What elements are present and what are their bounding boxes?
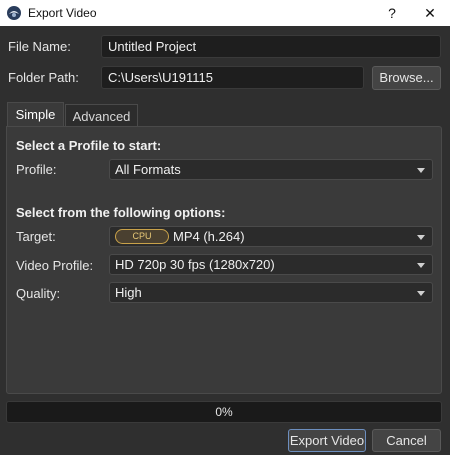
- quality-value: High: [115, 285, 142, 300]
- chevron-down-icon: [417, 168, 425, 173]
- app-logo-icon: [7, 6, 21, 20]
- chevron-down-icon: [417, 235, 425, 240]
- help-button[interactable]: ?: [380, 3, 404, 23]
- chevron-down-icon: [417, 291, 425, 296]
- tab-simple[interactable]: Simple: [7, 102, 64, 127]
- file-name-input[interactable]: Untitled Project: [101, 35, 441, 58]
- export-progress-bar: 0%: [6, 401, 442, 423]
- folder-path-label: Folder Path:: [8, 70, 79, 85]
- profile-value: All Formats: [115, 162, 181, 177]
- quality-dropdown[interactable]: High: [109, 282, 433, 303]
- quality-label: Quality:: [16, 286, 61, 301]
- profile-section-title: Select a Profile to start:: [16, 138, 162, 153]
- video-profile-dropdown[interactable]: HD 720p 30 fps (1280x720): [109, 254, 433, 275]
- target-dropdown[interactable]: CPU MP4 (h.264): [109, 226, 433, 247]
- export-video-button[interactable]: Export Video: [288, 429, 366, 452]
- video-profile-value: HD 720p 30 fps (1280x720): [115, 257, 275, 272]
- cpu-badge: CPU: [115, 229, 169, 244]
- close-button[interactable]: ✕: [418, 3, 442, 23]
- profile-dropdown[interactable]: All Formats: [109, 159, 433, 180]
- target-value: MP4 (h.264): [173, 229, 245, 244]
- simple-tab-panel: Select a Profile to start: Profile: All …: [6, 126, 442, 394]
- window-title: Export Video: [28, 6, 97, 20]
- cancel-button[interactable]: Cancel: [372, 429, 441, 452]
- target-label: Target:: [16, 229, 56, 244]
- tab-advanced[interactable]: Advanced: [65, 104, 138, 127]
- progress-text: 0%: [215, 405, 233, 419]
- title-bar: Export Video ? ✕: [0, 0, 450, 26]
- browse-button[interactable]: Browse...: [372, 66, 441, 90]
- file-name-label: File Name:: [8, 39, 71, 54]
- options-section-title: Select from the following options:: [16, 205, 226, 220]
- profile-label: Profile:: [16, 162, 57, 177]
- video-profile-label: Video Profile:: [16, 258, 94, 273]
- folder-path-input[interactable]: C:\Users\U191115: [101, 66, 364, 89]
- chevron-down-icon: [417, 263, 425, 268]
